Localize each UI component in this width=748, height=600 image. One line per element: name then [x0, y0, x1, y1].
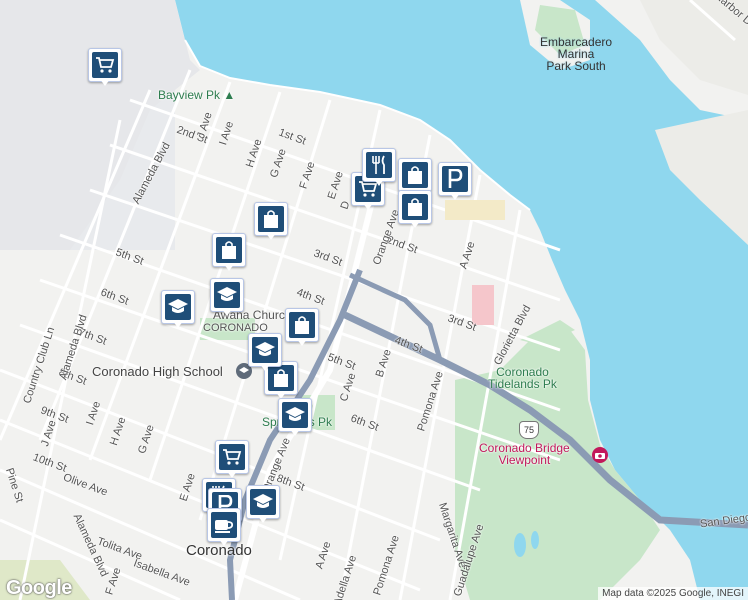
bridge-viewpoint-label: Coronado Bridge Viewpoint — [479, 442, 570, 466]
map-marker-shopping[interactable] — [215, 440, 249, 478]
map-marker-school[interactable] — [278, 398, 312, 436]
marina-label-line3: Park South — [546, 59, 606, 73]
restaurant-icon — [366, 152, 392, 178]
school-icon — [214, 282, 240, 308]
google-logo[interactable]: Google — [6, 577, 72, 600]
bag-icon — [258, 206, 284, 232]
parking-icon — [442, 166, 468, 192]
school-icon — [165, 294, 191, 320]
map-marker-store[interactable] — [254, 202, 288, 240]
tidelands-park-label: Coronado Tidelands Pk — [488, 366, 557, 390]
camera-icon — [592, 447, 608, 463]
map-marker-cafe[interactable] — [207, 508, 241, 546]
map-attribution[interactable]: Map data ©2025 Google, INEGI — [598, 587, 748, 600]
highway-75-shield: 75 — [519, 421, 539, 439]
camera-poi[interactable] — [592, 447, 608, 463]
cart-icon — [219, 444, 245, 470]
bag-icon — [289, 312, 315, 338]
map-marker-school[interactable] — [246, 485, 280, 523]
map-canvas[interactable]: Embarcadero Marina Park South Bayview Pk… — [0, 0, 748, 600]
map-marker-school[interactable] — [161, 290, 195, 328]
high-school-label: Coronado High School — [92, 364, 223, 379]
bag-icon — [402, 162, 428, 188]
map-marker-store[interactable] — [212, 233, 246, 271]
coffee-icon — [211, 512, 237, 538]
map-marker-store[interactable] — [398, 190, 432, 228]
school-icon — [282, 402, 308, 428]
map-marker-shopping[interactable] — [88, 48, 122, 86]
bag-icon — [216, 237, 242, 263]
school-icon — [250, 489, 276, 515]
map-marker-store[interactable] — [285, 308, 319, 346]
cart-icon — [92, 52, 118, 78]
school-icon — [252, 337, 278, 363]
map-marker-school[interactable] — [248, 333, 282, 371]
bag-icon — [402, 194, 428, 220]
map-marker-school[interactable] — [210, 278, 244, 316]
marina-park-label: Embarcadero Marina Park South — [540, 36, 612, 72]
map-marker-restaurant[interactable] — [362, 148, 396, 186]
tidelands-label-line2: Tidelands Pk — [488, 377, 557, 391]
viewpoint-label-line2: Viewpoint — [498, 453, 551, 467]
bayview-park-label: Bayview Pk ▲ — [158, 88, 236, 102]
map-marker-parking[interactable] — [438, 162, 472, 200]
